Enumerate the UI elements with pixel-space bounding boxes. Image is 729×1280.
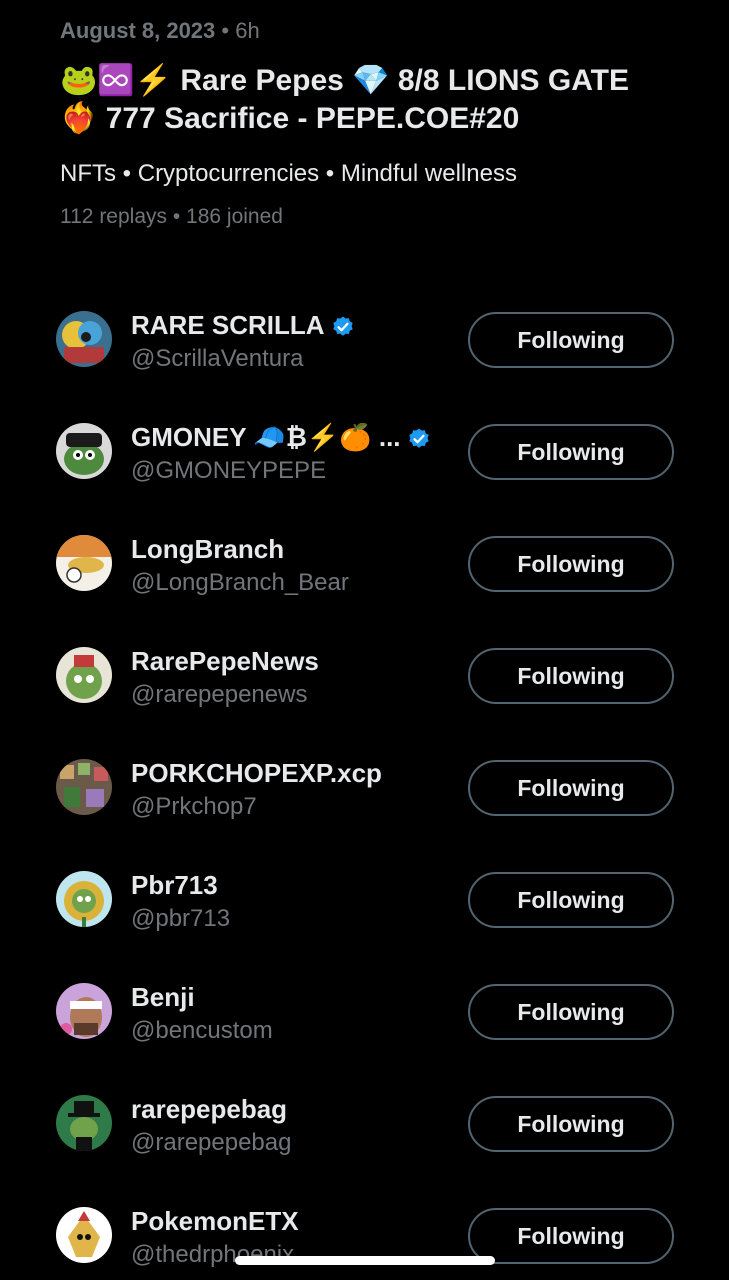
space-stats: 112 replays • 186 joined [60,205,283,228]
participant-row[interactable]: RARE SCRILLA @ScrillaVentura Following [0,288,729,400]
verified-badge-icon [407,425,431,449]
participant-row[interactable]: Pbr713 @pbr713 Following [0,848,729,960]
participant-row[interactable]: RarePepeNews @rarepepenews Following [0,624,729,736]
participant-info: rarepepebag @rarepepebag [131,1092,461,1160]
participant-name-line: LongBranch [131,532,461,566]
space-date-line: August 8, 2023 • 6h [60,14,680,48]
participant-name: Pbr713 [131,870,218,900]
participant-name-line: Benji [131,980,461,1014]
following-button[interactable]: Following [468,424,674,480]
participant-name: LongBranch [131,534,285,564]
space-topics: NFTs • Cryptocurrencies • Mindful wellne… [60,160,517,187]
avatar-rarepepebag[interactable] [56,1095,112,1151]
avatar-porkchop[interactable] [56,759,112,815]
home-indicator[interactable] [235,1256,495,1265]
avatar-gmoney[interactable] [56,423,112,479]
participant-handle: @ScrillaVentura [131,345,304,372]
participant-info: LongBranch @LongBranch_Bear [131,532,461,600]
participant-handle: @thedrphoenix [131,1241,295,1268]
space-title: 🐸♾️⚡️ Rare Pepes 💎 8/8 LIONS GATE ❤️‍🔥 7… [60,64,630,135]
following-button[interactable]: Following [468,536,674,592]
avatar-longbranch[interactable] [56,535,112,591]
space-participants-screen: August 8, 2023 • 6h 🐸♾️⚡️ Rare Pepes 💎 8… [0,0,729,1280]
participant-name-line: RarePepeNews [131,644,461,678]
participant-name: GMONEY 🧢₿⚡️🍊 ... [131,422,401,452]
following-button[interactable]: Following [468,760,674,816]
participant-name: RARE SCRILLA [131,310,325,340]
participant-name-line: Pbr713 [131,868,461,902]
following-button[interactable]: Following [468,1208,674,1264]
following-button[interactable]: Following [468,984,674,1040]
participant-row[interactable]: LongBranch @LongBranch_Bear Following [0,512,729,624]
date-separator: • [215,18,236,43]
participant-name-line: rarepepebag [131,1092,461,1126]
participant-row[interactable]: GMONEY 🧢₿⚡️🍊 ... @GMONEYPEPE Following [0,400,729,512]
space-date: August 8, 2023 [60,18,216,43]
participant-info: Pbr713 @pbr713 [131,868,461,936]
participant-name-line: GMONEY 🧢₿⚡️🍊 ... [131,420,461,454]
participant-name: rarepepebag [131,1094,288,1124]
participant-info: Benji @bencustom [131,980,461,1048]
participant-name: PokemonETX [131,1206,299,1236]
participant-info: GMONEY 🧢₿⚡️🍊 ... @GMONEYPEPE [131,420,461,488]
verified-badge-icon [331,313,355,337]
participant-handle: @GMONEYPEPE [131,457,327,484]
avatar-benji[interactable] [56,983,112,1039]
participant-info: RarePepeNews @rarepepenews [131,644,461,712]
participant-name: RarePepeNews [131,646,319,676]
avatar-rarepepenews[interactable] [56,647,112,703]
participant-row[interactable]: rarepepebag @rarepepebag Following [0,1072,729,1184]
participant-handle: @pbr713 [131,905,231,932]
participant-list: RARE SCRILLA @ScrillaVentura Following G… [0,288,729,1280]
avatar-pokemonetx[interactable] [56,1207,112,1263]
following-button[interactable]: Following [468,312,674,368]
participant-name: PORKCHOPEXP.xcp [131,758,382,788]
following-button[interactable]: Following [468,1096,674,1152]
participant-name-line: PokemonETX [131,1204,461,1238]
participant-row[interactable]: Benji @bencustom Following [0,960,729,1072]
participant-handle: @rarepepebag [131,1129,292,1156]
participant-name-line: PORKCHOPEXP.xcp [131,756,461,790]
participant-name-line: RARE SCRILLA [131,308,461,342]
participant-handle: @Prkchop7 [131,793,257,820]
participant-name: Benji [131,982,195,1012]
avatar-scrilla[interactable] [56,311,112,367]
space-age: 6h [235,18,260,43]
participant-info: RARE SCRILLA @ScrillaVentura [131,308,461,376]
participant-row[interactable]: PORKCHOPEXP.xcp @Prkchop7 Following [0,736,729,848]
space-header: August 8, 2023 • 6h 🐸♾️⚡️ Rare Pepes 💎 8… [60,14,680,232]
following-button[interactable]: Following [468,872,674,928]
participant-handle: @LongBranch_Bear [131,569,349,596]
participant-row[interactable]: PokemonETX @thedrphoenix Following [0,1184,729,1280]
avatar-pbr713[interactable] [56,871,112,927]
following-button[interactable]: Following [468,648,674,704]
participant-info: PORKCHOPEXP.xcp @Prkchop7 [131,756,461,824]
participant-handle: @rarepepenews [131,681,308,708]
participant-handle: @bencustom [131,1017,273,1044]
